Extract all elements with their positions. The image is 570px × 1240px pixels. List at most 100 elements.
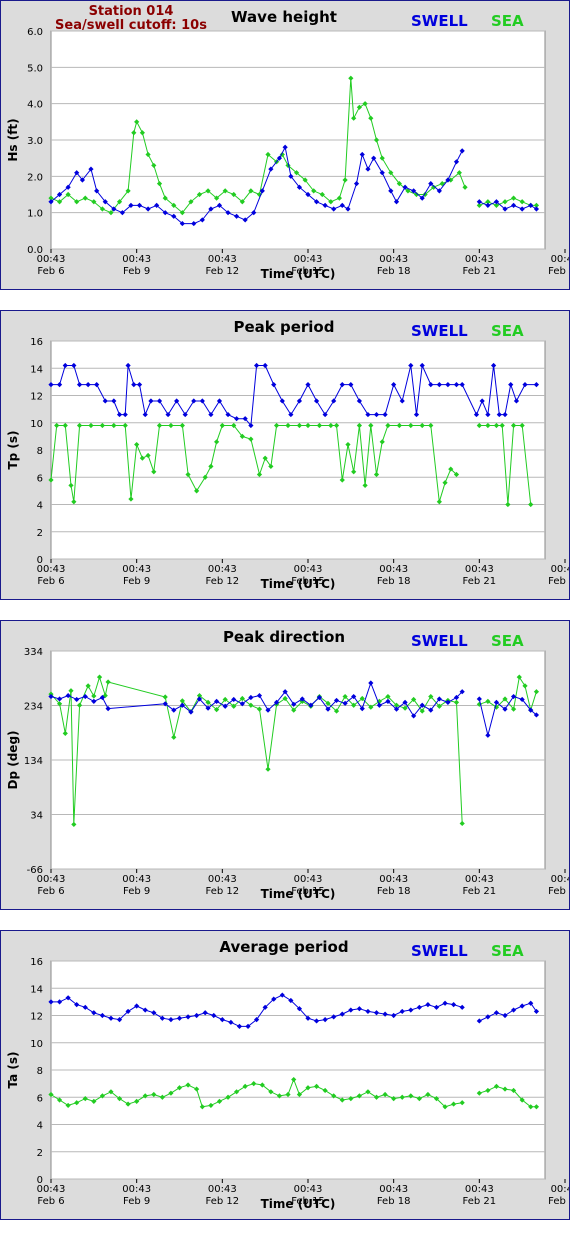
x-tick-time: 00:43 [551, 564, 569, 575]
x-tick-date: Feb 18 [377, 266, 411, 277]
y-tick-label: 34 [30, 811, 43, 822]
wave-height-panel: 0.0 1.0 2.0 3.0 4.0 5.0 6.0 00:43 Feb 6 00:43 Feb … [0, 0, 570, 290]
x-tick-date: Feb 24 [548, 1196, 569, 1207]
x-tick-time: 00:43 [122, 874, 151, 885]
x-tick-time: 00:43 [122, 564, 151, 575]
x-tick-date: Feb 9 [123, 1196, 150, 1207]
x-tick-time: 00:43 [465, 1184, 494, 1195]
x-tick-date: Feb 21 [463, 266, 497, 277]
x-tick-date: Feb 24 [548, 576, 569, 587]
x-tick-time: 00:43 [551, 874, 569, 885]
x-tick-time: 00:43 [37, 564, 66, 575]
x-tick-time: 00:43 [37, 254, 66, 265]
x-tick-time: 00:43 [465, 874, 494, 885]
y-tick-label: 8 [37, 446, 43, 457]
x-axis-label: Time (UTC) [261, 577, 336, 591]
x-tick-time: 00:43 [465, 564, 494, 575]
chart-title: Wave height [231, 8, 337, 26]
y-tick-label: 16 [30, 337, 43, 348]
y-axis-label: Dp (deg) [6, 730, 20, 789]
x-tick-time: 00:43 [37, 874, 66, 885]
y-tick-label: 5.0 [27, 63, 43, 74]
y-axis-label: Ta (s) [6, 1051, 20, 1088]
x-tick-date: Feb 12 [206, 576, 240, 587]
x-tick-date: Feb 24 [548, 266, 569, 277]
legend-swell: SWELL [411, 942, 468, 960]
x-tick-date: Feb 6 [37, 1196, 64, 1207]
x-tick-time: 00:43 [551, 254, 569, 265]
y-tick-label: 4.0 [27, 100, 43, 111]
y-axis-label: Hs (ft) [6, 118, 20, 161]
x-tick-time: 00:43 [379, 1184, 408, 1195]
legend-swell: SWELL [411, 632, 468, 650]
x-tick-date: Feb 6 [37, 886, 64, 897]
x-tick-date: Feb 12 [206, 266, 240, 277]
y-tick-label: 334 [24, 647, 43, 658]
wave-height-chart: 0.01.02.03.04.05.06.000:43Feb 600:43Feb … [6, 4, 569, 281]
peak-direction-chart: -663413423433400:43Feb 600:43Feb 900:43F… [6, 628, 569, 901]
x-tick-time: 00:43 [379, 254, 408, 265]
average-period-panel: 0 2 4 6 8 10 12 14 16 00:43 Feb 6 00:43 Feb 9 00:43 Fe… [0, 930, 570, 1220]
x-tick-date: Feb 21 [463, 886, 497, 897]
y-tick-label: 6 [37, 473, 43, 484]
station-name: Station 014 [89, 4, 174, 19]
y-tick-label: 1.0 [27, 209, 43, 220]
x-tick-date: Feb 21 [463, 1196, 497, 1207]
x-tick-time: 00:43 [294, 564, 323, 575]
y-tick-label: 6.0 [27, 27, 43, 38]
x-tick-date: Feb 6 [37, 576, 64, 587]
y-tick-label: 14 [30, 984, 43, 995]
x-axis-label: Time (UTC) [261, 267, 336, 281]
y-tick-label: 4 [37, 501, 43, 512]
peak-period-chart: 024681012141600:43Feb 600:43Feb 900:43Fe… [6, 318, 569, 591]
legend-sea: SEA [491, 12, 524, 30]
x-tick-time: 00:43 [294, 254, 323, 265]
x-tick-time: 00:43 [294, 1184, 323, 1195]
x-tick-date: Feb 9 [123, 266, 150, 277]
x-tick-date: Feb 21 [463, 576, 497, 587]
y-axis-label: Tp (s) [6, 430, 20, 469]
y-tick-label: 3.0 [27, 136, 43, 147]
x-tick-time: 00:43 [294, 874, 323, 885]
legend-sea: SEA [491, 322, 524, 340]
x-tick-time: 00:43 [122, 254, 151, 265]
y-tick-label: 6 [37, 1093, 43, 1104]
x-tick-date: Feb 9 [123, 886, 150, 897]
y-tick-label: 12 [30, 392, 43, 403]
x-tick-time: 00:43 [208, 1184, 237, 1195]
legend-sea: SEA [491, 942, 524, 960]
y-tick-label: 14 [30, 364, 43, 375]
cutoff-label: Sea/swell cutoff: 10s [55, 18, 207, 33]
y-tick-label: 10 [30, 419, 43, 430]
x-tick-time: 00:43 [379, 564, 408, 575]
x-tick-date: Feb 18 [377, 886, 411, 897]
y-tick-label: 16 [30, 957, 43, 968]
x-tick-date: Feb 6 [37, 266, 64, 277]
x-tick-time: 00:43 [208, 874, 237, 885]
x-tick-time: 00:43 [465, 254, 494, 265]
x-tick-time: 00:43 [551, 1184, 569, 1195]
y-tick-label: 10 [30, 1039, 43, 1050]
y-tick-label: 8 [37, 1066, 43, 1077]
x-tick-time: 00:43 [208, 254, 237, 265]
legend-sea: SEA [491, 632, 524, 650]
chart-title: Peak direction [223, 628, 345, 646]
x-tick-time: 00:43 [208, 564, 237, 575]
legend-swell: SWELL [411, 322, 468, 340]
chart-title: Average period [219, 938, 348, 956]
x-axis-label: Time (UTC) [261, 1197, 336, 1211]
x-tick-date: Feb 9 [123, 576, 150, 587]
y-tick-label: 2 [37, 1148, 43, 1159]
y-tick-label: 2 [37, 528, 43, 539]
y-tick-label: 2.0 [27, 172, 43, 183]
average-period-chart: 024681012141600:43Feb 600:43Feb 900:43Fe… [6, 938, 569, 1211]
x-axis-label: Time (UTC) [261, 887, 336, 901]
x-tick-date: Feb 12 [206, 1196, 240, 1207]
x-tick-date: Feb 12 [206, 886, 240, 897]
chart-title: Peak period [234, 318, 335, 336]
x-tick-time: 00:43 [379, 874, 408, 885]
peak-direction-panel: -66 34 134 234 334 00:43 Feb 6 00:43 Feb 9 00:43 F… [0, 620, 570, 910]
x-tick-date: Feb 24 [548, 886, 569, 897]
x-tick-time: 00:43 [37, 1184, 66, 1195]
y-tick-label: 4 [37, 1121, 43, 1132]
